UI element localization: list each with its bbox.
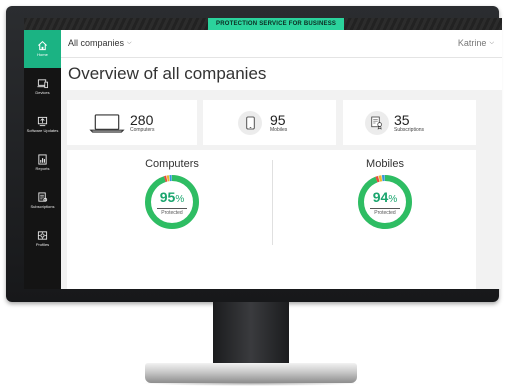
gauge-percent: 94 <box>372 189 389 205</box>
top-banner: PROTECTION SERVICE FOR BUSINESS <box>24 18 502 30</box>
title-row: Overview of all companies <box>61 58 502 90</box>
sidebar-item-subscriptions[interactable]: Subscriptions <box>24 182 61 220</box>
gauge-title: Computers <box>145 158 199 170</box>
sidebar: Home Devices Software Updates Reports Su… <box>24 30 61 289</box>
page-title: Overview of all companies <box>68 64 267 83</box>
protection-panel: Computers 95% Protected Mobiles 94% Prot… <box>67 150 476 289</box>
subscriptions-icon <box>38 192 48 202</box>
sidebar-item-label: Home <box>37 52 48 58</box>
sidebar-item-label: Software Updates <box>26 128 59 134</box>
monitor-neck <box>213 302 289 364</box>
stat-value: 35 <box>394 111 410 128</box>
software-updates-icon <box>37 117 48 127</box>
user-name: Katrine <box>457 38 487 48</box>
gauge-title: Mobiles <box>366 158 404 170</box>
reports-icon <box>38 154 47 165</box>
company-selector-label: All companies <box>68 38 125 48</box>
certificate-icon <box>371 116 382 130</box>
panel-divider <box>272 160 273 245</box>
user-menu[interactable]: Katrine ⌵ <box>458 38 494 48</box>
laptop-icon <box>89 113 125 133</box>
gauge-center: 95% Protected <box>144 189 200 216</box>
gauge-percent-sign: % <box>388 194 398 205</box>
stat-label: Mobiles <box>270 126 288 133</box>
app-header: All companies ⌵ Katrine ⌵ <box>61 30 502 58</box>
stat-card-subscriptions[interactable]: 35 Subscriptions <box>343 100 476 145</box>
company-selector[interactable]: All companies ⌵ <box>68 38 132 48</box>
sidebar-item-label: Subscriptions <box>30 204 55 210</box>
gauge-underline <box>370 208 400 209</box>
gauge-underline <box>157 208 187 209</box>
gauge-percent-sign: % <box>175 194 185 205</box>
chevron-down-icon: ⌵ <box>127 39 132 46</box>
certificate-icon-badge <box>365 110 389 135</box>
gauge-percent: 95 <box>159 189 176 205</box>
mobile-icon <box>245 116 255 129</box>
mobiles-protection-gauge[interactable]: 94% Protected <box>357 174 413 230</box>
stat-card-mobiles[interactable]: 95 Mobiles <box>203 100 336 145</box>
computers-protection-gauge[interactable]: 95% Protected <box>144 174 200 230</box>
stat-value: 95 <box>270 111 286 128</box>
gauge-label: Protected <box>161 210 183 216</box>
app-screen: PROTECTION SERVICE FOR BUSINESS Home Dev… <box>24 18 502 289</box>
sidebar-item-label: Devices <box>35 90 50 96</box>
sidebar-item-reports[interactable]: Reports <box>24 144 61 182</box>
stat-card-computers[interactable]: 280 Computers <box>67 100 197 145</box>
product-banner-label: PROTECTION SERVICE FOR BUSINESS <box>208 18 345 30</box>
sidebar-item-label: Reports <box>35 166 50 172</box>
sidebar-item-software-updates[interactable]: Software Updates <box>24 106 61 144</box>
sidebar-item-home[interactable]: Home <box>24 30 61 68</box>
gauge-center: 94% Protected <box>357 189 413 216</box>
mobile-icon-badge <box>238 110 262 135</box>
chevron-down-icon: ⌵ <box>489 39 494 46</box>
sidebar-item-profiles[interactable]: Profiles <box>24 220 61 258</box>
stat-label: Computers <box>130 126 155 133</box>
profiles-icon <box>37 231 48 240</box>
monitor-base <box>145 363 357 383</box>
sidebar-item-devices[interactable]: Devices <box>24 68 61 106</box>
gauge-label: Protected <box>374 210 396 216</box>
stat-label: Subscriptions <box>394 126 425 133</box>
stat-value: 280 <box>130 111 154 128</box>
sidebar-item-label: Profiles <box>35 242 50 248</box>
home-icon <box>38 41 47 51</box>
devices-icon <box>37 79 48 89</box>
